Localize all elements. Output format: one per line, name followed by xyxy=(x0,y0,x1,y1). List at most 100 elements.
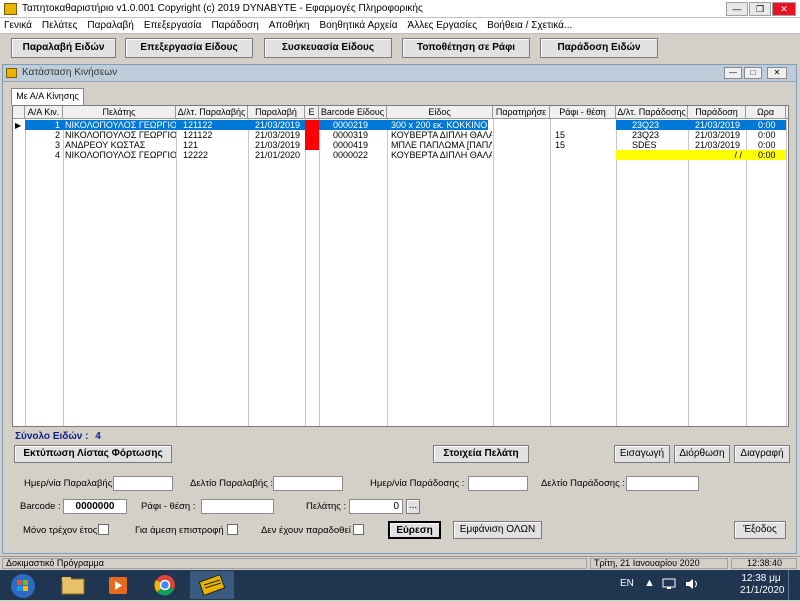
tab-by-movement-number[interactable]: Με Α/Α Κίνησης xyxy=(11,88,84,105)
menu-other-tasks[interactable]: Άλλες Εργασίες xyxy=(408,20,478,31)
network-icon[interactable] xyxy=(662,577,678,591)
delivery-date-field[interactable] xyxy=(468,476,528,491)
movements-window-titlebar: Κατάσταση Κινήσεων — □ ✕ xyxy=(3,65,796,82)
cell-receipt-note: 121122 xyxy=(183,130,213,140)
customer-info-button[interactable]: Στοιχεία Πελάτη xyxy=(433,445,529,463)
red-flag-cell xyxy=(305,120,319,130)
immediate-return-checkbox[interactable] xyxy=(227,524,238,535)
delivery-note-field[interactable] xyxy=(626,476,699,491)
exit-button[interactable]: Έξοδος xyxy=(734,521,786,539)
col-header-notes[interactable]: Παρατηρήσε xyxy=(493,106,550,119)
search-button[interactable]: Εύρεση xyxy=(388,521,441,539)
menu-help[interactable]: Βοήθεια / Σχετικά... xyxy=(487,20,572,31)
cell-receipt-note: 12222 xyxy=(183,150,209,160)
shelf-field[interactable] xyxy=(201,499,274,514)
col-header-delivered[interactable]: Παράδοση xyxy=(688,106,746,119)
cell-delivered: 21/03/2019 xyxy=(695,140,741,150)
movements-window: Κατάσταση Κινήσεων — □ ✕ Με Α/Α Κίνησης … xyxy=(2,64,797,554)
not-delivered-checkbox[interactable] xyxy=(353,524,364,535)
minimize-button[interactable]: — xyxy=(726,2,748,16)
deliver-items-button[interactable]: Παράδοση Ειδών xyxy=(540,38,658,58)
cell-barcode: 0000319 xyxy=(333,130,369,140)
row-selector[interactable]: ▶ xyxy=(13,120,25,130)
language-indicator[interactable]: EN xyxy=(620,578,634,589)
app-titlebar: Ταπητοκαθαριστήριο v1.0.001 Copyright (c… xyxy=(0,0,800,18)
menu-auxiliary-files[interactable]: Βοηθητικά Αρχεία xyxy=(319,20,397,31)
col-header-receipt-note[interactable]: Δ/λτ. Παραλαβής xyxy=(176,106,248,119)
col-header-time[interactable]: Ωρα xyxy=(746,106,786,119)
cell-time: 0:00 xyxy=(758,130,776,140)
tray-chevron-icon[interactable]: ▲ xyxy=(644,577,655,589)
package-item-button[interactable]: Συσκευασία Είδους xyxy=(264,38,392,58)
current-year-label: Μόνο τρέχον έτος xyxy=(23,525,98,536)
receive-date-field[interactable] xyxy=(113,476,173,491)
col-header-item[interactable]: Είδος xyxy=(387,106,493,119)
movements-grid: Α/Α Κιν. Πελάτης Δ/λτ. Παραλαβής Παραλαβ… xyxy=(12,105,789,427)
menubar: Γενικά Πελάτες Παραλαβή Επεξεργασία Παρά… xyxy=(0,18,800,34)
close-button[interactable]: ✕ xyxy=(772,2,796,16)
customer-browse-button[interactable]: ... xyxy=(406,499,420,514)
table-row[interactable]: 2 ΝΙΚΟΛΟΠΟΥΛΟΣ ΓΕΩΡΓΙΟΣ 121122 21/03/201… xyxy=(13,130,788,140)
restore-button[interactable]: ❐ xyxy=(749,2,771,16)
receive-items-button[interactable]: Παραλαβή Ειδών xyxy=(11,38,116,58)
row-selector-header xyxy=(13,106,25,119)
correct-button[interactable]: Διόρθωση xyxy=(674,445,730,463)
menu-processing[interactable]: Επεξεργασία xyxy=(144,20,202,31)
cell-shelf: 15 xyxy=(555,130,566,140)
col-header-barcode[interactable]: Barcode Είδους xyxy=(319,106,387,119)
cell-aa: 1 xyxy=(54,120,60,130)
chrome-taskbar-icon[interactable] xyxy=(143,571,187,599)
child-maximize-button[interactable]: □ xyxy=(744,67,762,79)
status-time: 12:38:40 xyxy=(731,558,797,569)
menu-receive[interactable]: Παραλαβή xyxy=(87,20,133,31)
main-toolbar: Παραλαβή Ειδών Επεξεργασία Είδους Συσκευ… xyxy=(0,35,800,61)
volume-icon[interactable] xyxy=(684,577,700,591)
cell-barcode: 0000022 xyxy=(333,150,369,160)
print-loading-list-button[interactable]: Εκτύπωση Λίστας Φόρτωσης xyxy=(14,445,172,463)
clock-time[interactable]: 12:38 μμ xyxy=(740,573,782,584)
child-minimize-button[interactable]: — xyxy=(724,67,742,79)
col-header-customer[interactable]: Πελάτης xyxy=(63,106,176,119)
menu-delivery[interactable]: Παράδοση xyxy=(211,20,258,31)
current-year-checkbox[interactable] xyxy=(98,524,109,535)
process-item-button[interactable]: Επεξεργασία Είδους xyxy=(125,38,253,58)
cell-time: 0:00 xyxy=(758,120,776,130)
show-all-button[interactable]: Εμφάνιση ΟΛΩΝ xyxy=(453,521,542,539)
clock-date[interactable]: 21/1/2020 xyxy=(740,585,785,596)
shelve-item-button[interactable]: Τοποθέτηση σε Ράφι xyxy=(402,38,530,58)
table-row[interactable]: 4 ΝΙΚΟΛΟΠΟΥΛΟΣ ΓΕΩΡΓΙΟΣ 12222 21/01/2020… xyxy=(13,150,788,160)
cell-customer: ΝΙΚΟΛΟΠΟΥΛΟΣ ΓΕΩΡΓΙΟΣ xyxy=(65,150,176,160)
cell-barcode: 0000219 xyxy=(333,120,369,130)
cell-aa: 2 xyxy=(54,130,60,140)
cell-received: 21/03/2019 xyxy=(255,140,301,150)
child-close-button[interactable]: ✕ xyxy=(767,67,787,79)
col-header-aa[interactable]: Α/Α Κιν. xyxy=(25,106,63,119)
app-icon xyxy=(4,3,17,15)
menu-warehouse[interactable]: Αποθήκη xyxy=(269,20,310,31)
insert-button[interactable]: Εισαγωγή xyxy=(614,445,670,463)
customer-field[interactable]: 0 xyxy=(349,499,403,514)
receive-note-field[interactable] xyxy=(273,476,343,491)
media-player-taskbar-icon[interactable] xyxy=(96,571,140,599)
file-explorer-taskbar-icon[interactable] xyxy=(50,571,94,599)
show-desktop-button[interactable] xyxy=(788,570,800,600)
col-header-shelf[interactable]: Ράφι - θέση xyxy=(550,106,616,119)
cell-time: 0:00 xyxy=(758,150,776,160)
col-header-received[interactable]: Παραλαβή xyxy=(248,106,305,119)
menu-general[interactable]: Γενικά xyxy=(4,20,32,31)
receive-note-label: Δελτίο Παραλαβής : xyxy=(190,478,274,489)
col-header-delivery-note[interactable]: Δ/λτ. Παράδοσης xyxy=(616,106,688,119)
cell-customer: ΝΙΚΟΛΟΠΟΥΛΟΣ ΓΕΩΡΓΙΟΣ xyxy=(65,130,176,140)
col-header-e[interactable]: Ε xyxy=(305,106,319,119)
delete-button[interactable]: Διαγραφή xyxy=(734,445,790,463)
carpet-app-taskbar-icon[interactable] xyxy=(190,571,234,599)
start-button[interactable] xyxy=(0,571,48,599)
delivery-date-label: Ημερ/νία Παράδοσης : xyxy=(370,478,465,489)
table-row[interactable]: 3 ΑΝΔΡΕΟΥ ΚΩΣΤΑΣ 121 21/03/2019 0000419 … xyxy=(13,140,788,150)
table-row[interactable]: ▶ 1 ΝΙΚΟΛΟΠΟΥΛΟΣ ΓΕΩΡΓΙΟΣ 121122 21/03/2… xyxy=(13,120,788,130)
menu-customers[interactable]: Πελάτες xyxy=(42,20,78,31)
app-title: Ταπητοκαθαριστήριο v1.0.001 Copyright (c… xyxy=(22,3,423,14)
grid-header: Α/Α Κιν. Πελάτης Δ/λτ. Παραλαβής Παραλαβ… xyxy=(13,106,788,119)
barcode-field[interactable]: 0000000 xyxy=(63,499,127,514)
cell-delivered: 21/03/2019 xyxy=(695,130,741,140)
